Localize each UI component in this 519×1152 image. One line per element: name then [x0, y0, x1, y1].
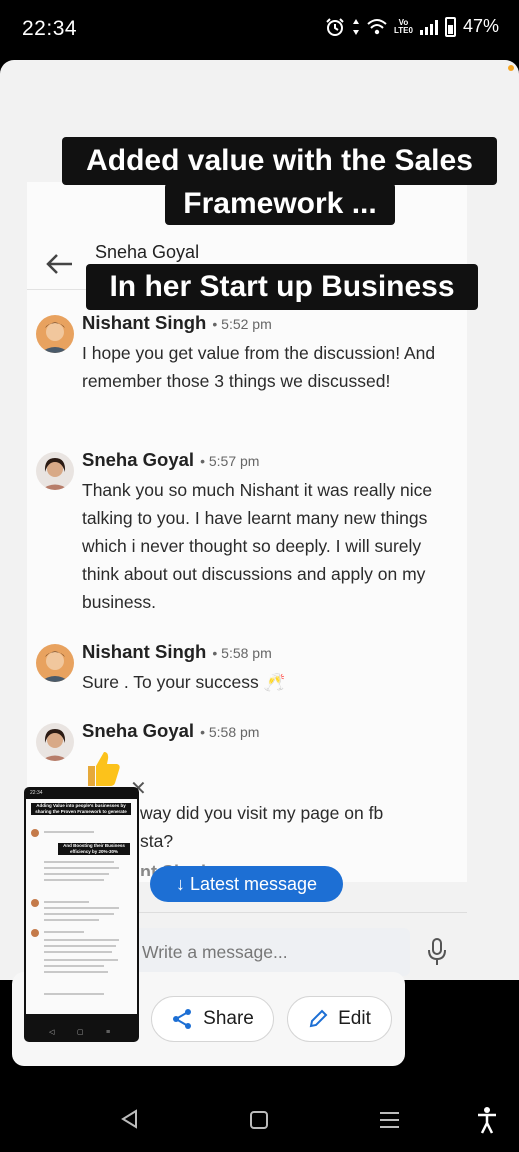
- share-label: Share: [203, 1008, 254, 1029]
- wifi-icon: [367, 18, 387, 34]
- message-sender: Nishant Singh • 5:52 pm: [82, 312, 272, 333]
- overlay-title-line1: Added value with the Sales: [62, 137, 497, 185]
- conversation-title: Sneha Goyal: [95, 242, 200, 262]
- overlay-title-line2: Framework ...: [165, 183, 395, 225]
- battery-icon: [444, 16, 456, 37]
- screenshot-thumbnail[interactable]: 22:34 Adding Value into people's busines…: [24, 787, 139, 1042]
- pencil-icon: [309, 1009, 328, 1028]
- mini-title: Adding Value into people's businesses by…: [31, 803, 131, 820]
- data-arrows-icon: [353, 18, 359, 35]
- message-sender: Nishant Singh • 5:58 pm: [82, 641, 272, 662]
- message-sender: Sneha Goyal • 5:57 pm: [82, 449, 260, 470]
- alarm-icon: [326, 17, 344, 36]
- back-arrow-icon[interactable]: [46, 252, 74, 276]
- back-icon[interactable]: [120, 1109, 138, 1129]
- recents-icon[interactable]: [380, 1112, 399, 1133]
- latest-message-button[interactable]: ↓ Latest message: [150, 866, 343, 902]
- message-sender: Sneha Goyal • 5:58 pm: [82, 720, 260, 741]
- edit-button[interactable]: Edit: [287, 996, 392, 1042]
- status-bar: 22:34 Vo LTE0 47%: [0, 0, 519, 60]
- system-nav-bar: [0, 1090, 519, 1152]
- message-text-partial: sta?: [140, 831, 174, 851]
- avatar: [36, 644, 74, 682]
- avatar: [36, 315, 74, 353]
- message-text-partial: way did you visit my page on fb: [140, 803, 384, 823]
- battery-percent: 47%: [462, 16, 499, 36]
- microphone-icon[interactable]: [426, 938, 448, 966]
- signal-icon: [419, 19, 438, 35]
- status-icons: Vo LTE0 47%: [325, 16, 499, 37]
- avatar: [36, 723, 74, 761]
- share-button[interactable]: Share: [151, 996, 274, 1042]
- volte-indicator: Vo LTE0: [394, 17, 413, 35]
- clock: 22:34: [22, 17, 78, 40]
- home-icon[interactable]: [250, 1111, 268, 1129]
- accessibility-icon[interactable]: [476, 1106, 498, 1134]
- recording-dot: [508, 65, 514, 71]
- mini-screen: Adding Value into people's businesses by…: [26, 799, 137, 1014]
- message-input[interactable]: Write a message...: [130, 928, 410, 976]
- message-text: Thank you so much Nishant it was really …: [82, 480, 433, 612]
- edit-label: Edit: [338, 1008, 371, 1029]
- share-icon: [173, 1009, 192, 1029]
- thumbs-up-icon: [88, 752, 120, 786]
- mini-home-icon: ▢: [77, 1029, 84, 1036]
- message-text: Sure . To your success 🥂: [82, 672, 286, 692]
- mini-status-bar: 22:34: [30, 790, 43, 796]
- overlay-subtitle: In her Start up Business: [86, 264, 478, 310]
- message-text: I hope you get value from the discussion…: [82, 343, 436, 391]
- avatar: [36, 452, 74, 490]
- mini-back-icon: ◁: [49, 1029, 55, 1036]
- mini-subtitle: And Boosting their Business efficiency b…: [58, 843, 130, 855]
- mini-menu-icon: ≡: [106, 1029, 111, 1036]
